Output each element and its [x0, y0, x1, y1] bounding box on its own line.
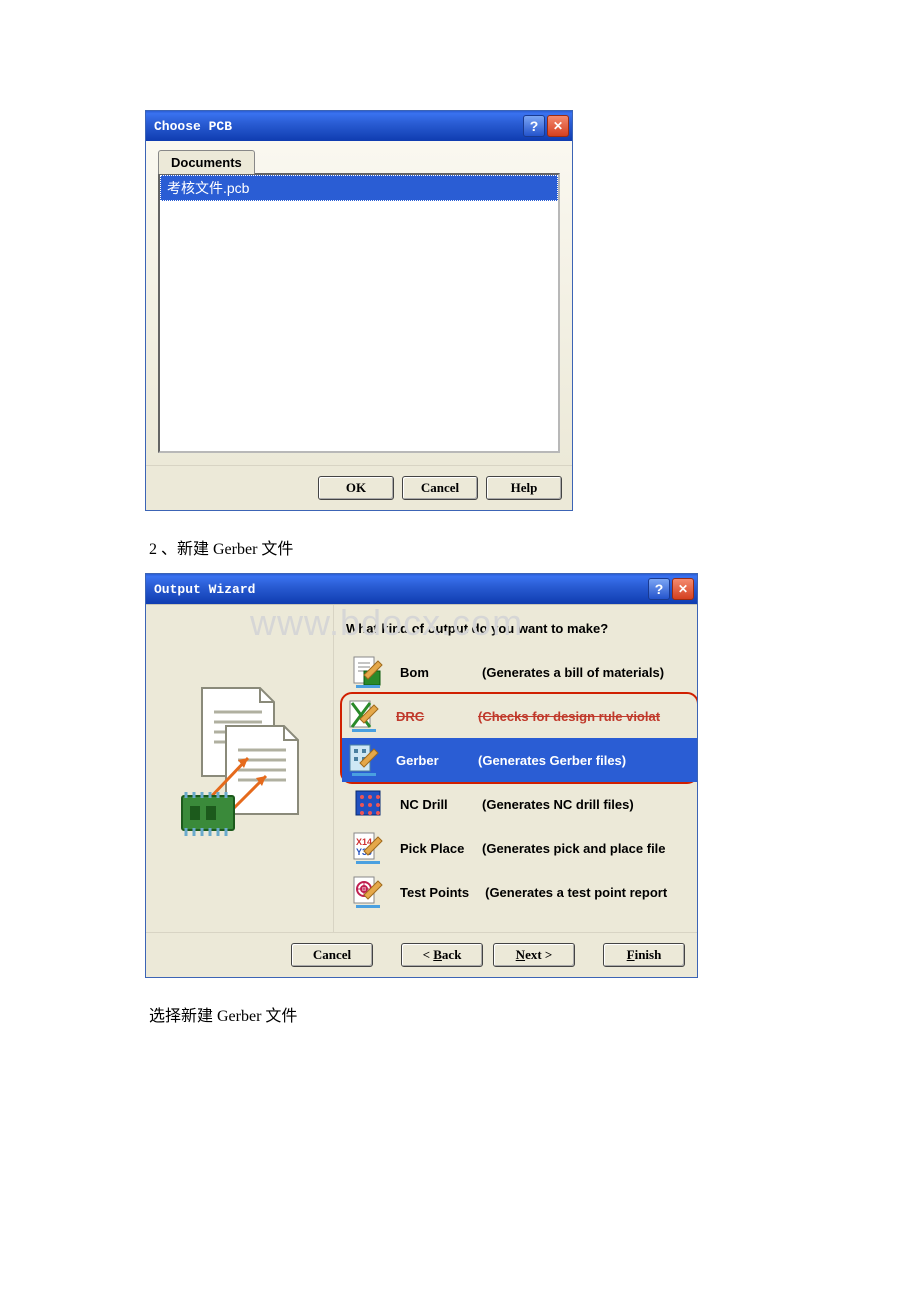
tab-documents[interactable]: Documents	[158, 150, 255, 174]
dialog-body: What kind of output do you want to make?…	[146, 604, 697, 932]
help-icon[interactable]: ?	[648, 578, 670, 600]
button-row: OK Cancel Help	[146, 465, 572, 510]
next-label: N	[516, 947, 525, 962]
test-points-icon	[352, 875, 384, 909]
option-test-points[interactable]: Test Points (Generates a test point repo…	[346, 870, 695, 914]
wizard-question: What kind of output do you want to make?	[346, 621, 695, 636]
file-listbox[interactable]: 考核文件.pcb	[158, 173, 560, 453]
button-row: Cancel < Back Next > Finish	[146, 932, 697, 977]
dialog-body: Documents 考核文件.pcb	[146, 141, 572, 465]
close-icon[interactable]: ✕	[672, 578, 694, 600]
step-text-1: 2 、新建 Gerber 文件	[149, 535, 775, 559]
gerber-icon	[348, 743, 380, 777]
option-drc[interactable]: DRC (Checks for design rule violat	[342, 694, 697, 738]
option-label: DRC	[396, 709, 462, 724]
finish-button[interactable]: Finish	[603, 943, 685, 967]
finish-label-rest: inish	[635, 947, 662, 962]
choose-pcb-dialog: Choose PCB ? ✕ Documents 考核文件.pcb OK Can…	[145, 110, 573, 511]
option-label: Gerber	[396, 753, 462, 768]
back-button[interactable]: < Back	[401, 943, 483, 967]
option-desc: (Checks for design rule violat	[478, 709, 660, 724]
option-desc: (Generates pick and place file	[482, 841, 666, 856]
option-label: Test Points	[400, 885, 469, 900]
bom-icon	[352, 655, 384, 689]
drc-icon	[348, 699, 380, 733]
option-nc-drill[interactable]: NC Drill (Generates NC drill files)	[346, 782, 695, 826]
option-gerber[interactable]: Gerber (Generates Gerber files)	[342, 738, 697, 782]
highlight-annotation: DRC (Checks for design rule violat Gerbe…	[340, 692, 697, 784]
option-bom[interactable]: Bom (Generates a bill of materials)	[346, 650, 695, 694]
next-label-rest: ext >	[525, 947, 552, 962]
wizard-graphic-pane	[146, 605, 334, 932]
option-label: Bom	[400, 665, 466, 680]
close-icon[interactable]: ✕	[547, 115, 569, 137]
nc-drill-icon	[352, 787, 384, 821]
list-item[interactable]: 考核文件.pcb	[160, 175, 558, 201]
help-button[interactable]: Help	[486, 476, 562, 500]
next-button[interactable]: Next >	[493, 943, 575, 967]
help-icon[interactable]: ?	[523, 115, 545, 137]
ok-button[interactable]: OK	[318, 476, 394, 500]
option-label: NC Drill	[400, 797, 466, 812]
output-wizard-dialog: Output Wizard ? ✕	[145, 573, 698, 978]
dialog-title: Choose PCB	[154, 119, 232, 134]
finish-label: F	[627, 947, 635, 962]
back-label: B	[433, 947, 442, 962]
option-desc: (Generates NC drill files)	[482, 797, 634, 812]
step-text-2: 选择新建 Gerber 文件	[149, 1002, 775, 1026]
option-desc: (Generates a bill of materials)	[482, 665, 664, 680]
back-label-rest: ack	[442, 947, 462, 962]
wizard-graphic-icon	[170, 684, 310, 844]
titlebar: Output Wizard ? ✕	[146, 574, 697, 604]
pick-place-icon: X14Y30	[352, 831, 384, 865]
dialog-title: Output Wizard	[154, 582, 255, 597]
option-desc: (Generates Gerber files)	[478, 753, 626, 768]
option-pick-place[interactable]: X14Y30 Pick Place (Generates pick and pl…	[346, 826, 695, 870]
wizard-options-pane: What kind of output do you want to make?…	[334, 605, 697, 932]
option-desc: (Generates a test point report	[485, 885, 667, 900]
titlebar: Choose PCB ? ✕	[146, 111, 572, 141]
cancel-button[interactable]: Cancel	[291, 943, 373, 967]
cancel-button[interactable]: Cancel	[402, 476, 478, 500]
option-label: Pick Place	[400, 841, 466, 856]
